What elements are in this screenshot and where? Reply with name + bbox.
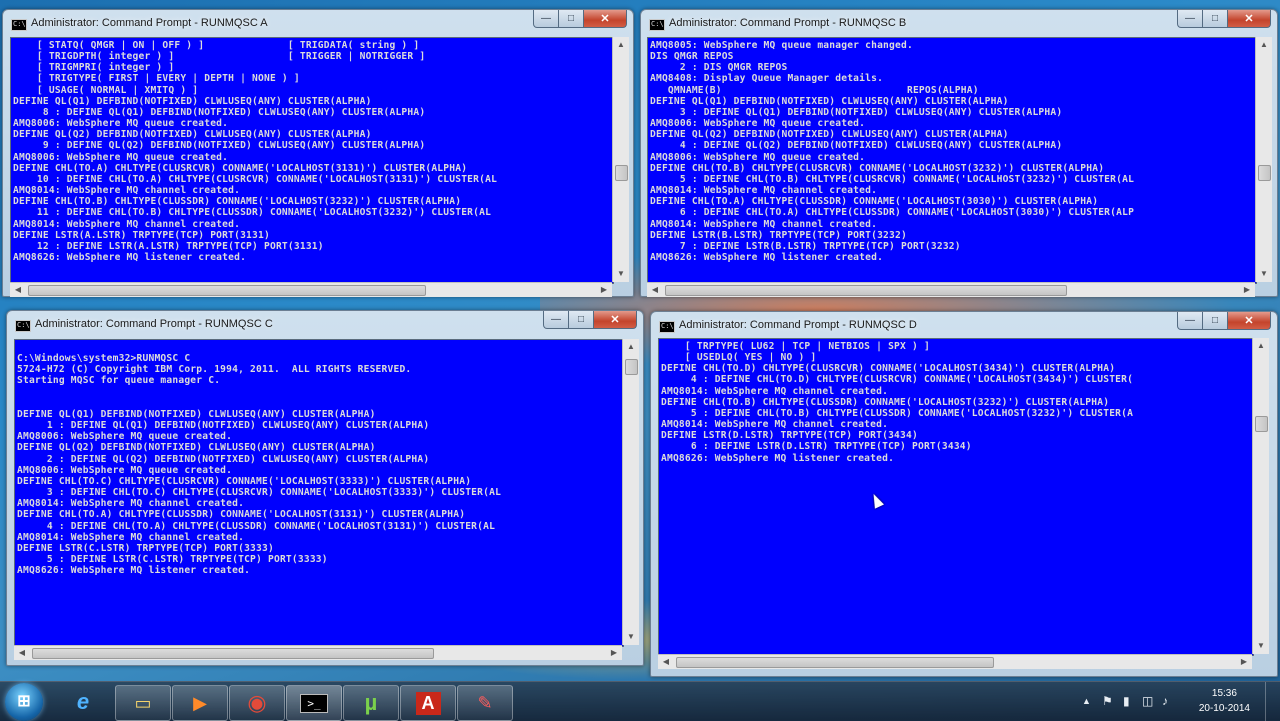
minimize-button[interactable]: — — [543, 311, 569, 329]
scroll-left-icon[interactable]: ◀ — [10, 283, 26, 297]
media-player-icon: ▶ — [193, 692, 207, 713]
scroll-thumb[interactable] — [1258, 165, 1271, 181]
scroll-up-icon[interactable]: ▲ — [623, 339, 639, 355]
scroll-right-icon[interactable]: ▶ — [606, 646, 622, 660]
scroll-thumb[interactable] — [615, 165, 628, 181]
scroll-right-icon[interactable]: ▶ — [1239, 283, 1255, 297]
system-tray: ▲ ⚑ ▮ ◫ ♪ 15:36 20-10-2014 — [1080, 682, 1280, 721]
window-title: Administrator: Command Prompt - RUNMQSC … — [31, 17, 268, 29]
scroll-right-icon[interactable]: ▶ — [1236, 655, 1252, 669]
maximize-button[interactable]: □ — [1203, 312, 1228, 330]
scroll-right-icon[interactable]: ▶ — [596, 283, 612, 297]
close-button[interactable]: ✕ — [594, 311, 637, 329]
taskbar-button[interactable]: ▭ — [115, 685, 171, 721]
window-title: Administrator: Command Prompt - RUNMQSC … — [679, 319, 917, 331]
horizontal-scrollbar[interactable]: ◀ ▶ — [647, 282, 1255, 297]
action-center-flag-icon[interactable]: ⚑ — [1102, 694, 1113, 708]
console-output[interactable]: [ STATQ( QMGR | ON | OFF ) ] [ TRIGDATA(… — [10, 37, 614, 284]
file-explorer-icon: ▭ — [134, 692, 152, 713]
scroll-thumb[interactable] — [1255, 416, 1268, 432]
close-button[interactable]: ✕ — [1228, 10, 1271, 28]
taskbar-button[interactable]: A — [400, 685, 456, 721]
scroll-down-icon[interactable]: ▼ — [1256, 266, 1272, 282]
scroll-left-icon[interactable]: ◀ — [14, 646, 30, 660]
window-title: Administrator: Command Prompt - RUNMQSC … — [35, 318, 273, 330]
console-output[interactable]: [ TRPTYPE( LU62 | TCP | NETBIOS | SPX ) … — [658, 338, 1254, 656]
show-desktop-button[interactable] — [1265, 682, 1280, 721]
cmd-icon: C:\ — [649, 19, 665, 31]
paint-icon: ✎ — [477, 692, 493, 713]
scroll-up-icon[interactable]: ▲ — [613, 37, 629, 53]
scroll-thumb[interactable] — [676, 657, 994, 668]
start-button[interactable]: ⊞ — [5, 683, 43, 721]
cmd-icon: C:\ — [659, 321, 675, 333]
cmd-window-b[interactable]: C:\ Administrator: Command Prompt - RUNM… — [640, 9, 1278, 297]
console-output[interactable]: AMQ8005: WebSphere MQ queue manager chan… — [647, 37, 1257, 284]
cmd-window-a[interactable]: C:\ Administrator: Command Prompt - RUNM… — [2, 9, 634, 297]
console-text: C:\Windows\system32>RUNMQSC C 5724-H72 (… — [17, 353, 502, 577]
clock-date: 20-10-2014 — [1198, 703, 1250, 714]
scroll-down-icon[interactable]: ▼ — [613, 266, 629, 282]
title-bar[interactable]: C:\ Administrator: Command Prompt - RUNM… — [651, 312, 1277, 340]
scroll-thumb[interactable] — [665, 285, 1067, 296]
scroll-down-icon[interactable]: ▼ — [1253, 638, 1269, 654]
cmd-icon: C:\ — [15, 320, 31, 332]
taskbar-button[interactable]: ◉ — [229, 685, 285, 721]
console-text: AMQ8005: WebSphere MQ queue manager chan… — [650, 40, 1135, 263]
scroll-left-icon[interactable]: ◀ — [658, 655, 674, 669]
cmd-window-d[interactable]: C:\ Administrator: Command Prompt - RUNM… — [650, 311, 1278, 677]
show-hidden-icons-icon[interactable]: ▲ — [1082, 696, 1091, 706]
console-text: [ TRPTYPE( LU62 | TCP | NETBIOS | SPX ) … — [661, 341, 1134, 464]
minimize-button[interactable]: — — [533, 10, 559, 28]
taskbar-button[interactable]: µ — [343, 685, 399, 721]
horizontal-scrollbar[interactable]: ◀ ▶ — [658, 654, 1252, 669]
taskbar-button[interactable]: e — [56, 685, 110, 719]
minimize-button[interactable]: — — [1177, 312, 1203, 330]
scroll-left-icon[interactable]: ◀ — [647, 283, 663, 297]
window-title: Administrator: Command Prompt - RUNMQSC … — [669, 17, 907, 29]
maximize-button[interactable]: □ — [559, 10, 584, 28]
battery-icon[interactable]: ▮ — [1123, 694, 1130, 708]
title-bar[interactable]: C:\ Administrator: Command Prompt - RUNM… — [641, 10, 1277, 38]
taskbar: ⊞ e ▭ ▶ ◉ >_ µ A ✎ ▲ ⚑ ▮ ◫ ♪ 15:36 20-10… — [0, 681, 1280, 721]
network-icon[interactable]: ◫ — [1142, 694, 1153, 708]
taskbar-button[interactable]: ▶ — [172, 685, 228, 721]
command-prompt-icon: >_ — [300, 693, 328, 713]
acrobat-reader-icon: A — [415, 691, 441, 715]
taskbar-button[interactable]: ✎ — [457, 685, 513, 721]
close-button[interactable]: ✕ — [584, 10, 627, 28]
clock-time: 15:36 — [1211, 688, 1237, 699]
scroll-thumb[interactable] — [32, 648, 434, 659]
cmd-icon: C:\ — [11, 19, 27, 31]
minimize-button[interactable]: — — [1177, 10, 1203, 28]
scroll-up-icon[interactable]: ▲ — [1256, 37, 1272, 53]
vertical-scrollbar[interactable]: ▲ ▼ — [1252, 338, 1269, 654]
maximize-button[interactable]: □ — [1203, 10, 1228, 28]
title-bar[interactable]: C:\ Administrator: Command Prompt - RUNM… — [3, 10, 633, 38]
scroll-up-icon[interactable]: ▲ — [1253, 338, 1269, 354]
clock[interactable]: 15:36 20-10-2014 — [1199, 686, 1250, 716]
close-button[interactable]: ✕ — [1228, 312, 1271, 330]
utorrent-icon: µ — [364, 690, 378, 715]
maximize-button[interactable]: □ — [569, 311, 594, 329]
title-bar[interactable]: C:\ Administrator: Command Prompt - RUNM… — [7, 311, 643, 339]
cmd-window-c[interactable]: C:\ Administrator: Command Prompt - RUNM… — [6, 310, 644, 666]
scroll-down-icon[interactable]: ▼ — [623, 629, 639, 645]
internet-explorer-icon: e — [76, 689, 90, 714]
console-text: [ STATQ( QMGR | ON | OFF ) ] [ TRIGDATA(… — [13, 40, 498, 263]
vertical-scrollbar[interactable]: ▲ ▼ — [612, 37, 629, 282]
scroll-thumb[interactable] — [28, 285, 426, 296]
console-output[interactable]: C:\Windows\system32>RUNMQSC C 5724-H72 (… — [14, 339, 624, 647]
vertical-scrollbar[interactable]: ▲ ▼ — [1255, 37, 1272, 282]
horizontal-scrollbar[interactable]: ◀ ▶ — [14, 645, 622, 660]
vertical-scrollbar[interactable]: ▲ ▼ — [622, 339, 639, 645]
taskbar-button[interactable]: >_ — [286, 685, 342, 721]
volume-icon[interactable]: ♪ — [1162, 694, 1168, 708]
chrome-icon: ◉ — [247, 690, 267, 715]
horizontal-scrollbar[interactable]: ◀ ▶ — [10, 282, 612, 297]
scroll-thumb[interactable] — [625, 359, 638, 375]
